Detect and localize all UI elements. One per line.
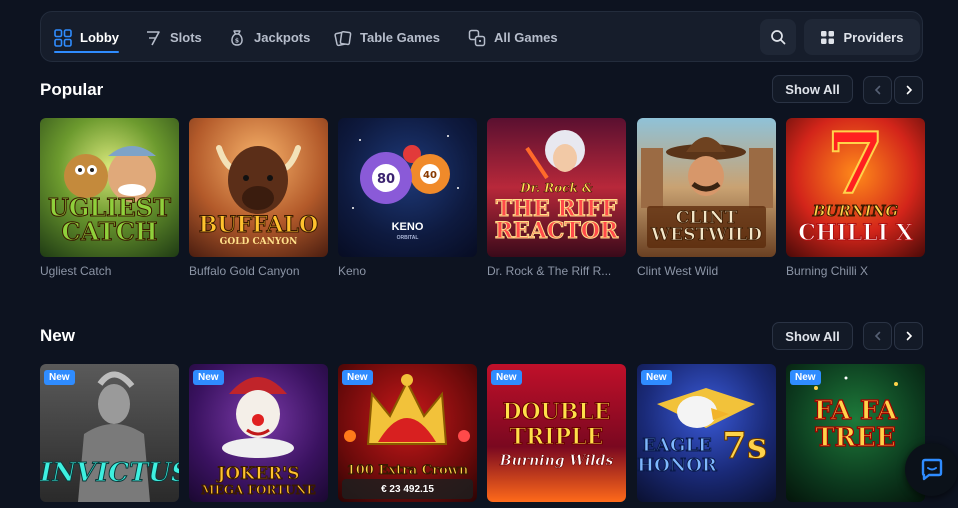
active-tab-indicator bbox=[54, 51, 119, 53]
game-card-invictus[interactable]: New INVICTUS bbox=[40, 364, 179, 502]
game-name-dr-rock: Dr. Rock & The Riff R... bbox=[487, 264, 612, 278]
game-card-eagle-honor[interactable]: New EAGLE HONOR 7s bbox=[637, 364, 776, 502]
game-name-clint-west-wild: Clint West Wild bbox=[637, 264, 719, 278]
providers-grid-icon bbox=[820, 30, 834, 44]
game-card-burning-chilli-x[interactable]: 7 BURNING CHILLI X bbox=[786, 118, 925, 257]
money-bag-icon: $ bbox=[231, 29, 243, 46]
game-card-double-triple[interactable]: New DOUBLE TRIPLE Burning Wilds bbox=[487, 364, 626, 502]
dr-rock-art-top: Dr. Rock & bbox=[520, 181, 593, 195]
ugliest-catch-art-title: UGLIEST CATCH bbox=[47, 193, 171, 246]
game-card-jokers-mega-fortune[interactable]: New JOKER'S MEGA FORTUNE bbox=[189, 364, 328, 502]
joker-art-title: JOKER'S bbox=[217, 464, 300, 484]
double-triple-art-title: DOUBLE TRIPLE bbox=[502, 399, 611, 451]
jackpot-amount: € 23 492.15 bbox=[342, 479, 473, 499]
burning-chilli-art-title: BURNING bbox=[812, 202, 899, 220]
new-prev-button[interactable] bbox=[863, 322, 892, 350]
burning-chilli-art-big: 7 bbox=[825, 118, 885, 213]
tab-table-games[interactable]: Table Games bbox=[334, 12, 440, 63]
game-card-buffalo-gold-canyon[interactable]: BUFFALO GOLD CANYON bbox=[189, 118, 328, 257]
buffalo-art-subtitle: GOLD CANYON bbox=[219, 237, 298, 247]
providers-button[interactable]: Providers bbox=[804, 19, 920, 55]
keno-ball-80: 80 bbox=[377, 172, 395, 187]
new-badge: New bbox=[193, 370, 224, 385]
popular-section-title: Popular bbox=[40, 80, 104, 99]
game-card-clint-west-wild[interactable]: CLINT WESTWILD bbox=[637, 118, 776, 257]
game-name-keno: Keno bbox=[338, 264, 367, 278]
buffalo-art-title: BUFFALO bbox=[198, 212, 319, 238]
eagle-honor-art-big: 7s bbox=[721, 425, 768, 467]
game-name-buffalo-gold-canyon: Buffalo Gold Canyon bbox=[189, 264, 300, 278]
popular-prev-button[interactable] bbox=[863, 76, 892, 104]
grid-icon bbox=[54, 28, 72, 47]
new-badge: New bbox=[790, 370, 821, 385]
providers-label: Providers bbox=[843, 29, 904, 45]
new-next-button[interactable] bbox=[894, 322, 923, 350]
tab-lobby-label: Lobby bbox=[80, 30, 119, 45]
chevron-right-icon bbox=[906, 85, 912, 95]
keno-art-title: KENO bbox=[391, 221, 424, 233]
game-card-ugliest-catch[interactable]: UGLIEST CATCH bbox=[40, 118, 179, 257]
slot-seven-icon bbox=[147, 30, 160, 45]
game-card-fa-fa-tree[interactable]: New FA FA TREE bbox=[786, 364, 925, 502]
popular-next-button[interactable] bbox=[894, 76, 923, 104]
game-card-100-extra-crown[interactable]: New 100 Extra Crown € 23 492.15 bbox=[338, 364, 477, 502]
new-badge: New bbox=[342, 370, 373, 385]
tab-all-games[interactable]: All Games bbox=[468, 12, 558, 63]
game-name-burning-chilli-x: Burning Chilli X bbox=[786, 264, 869, 278]
keno-art-subtitle: ORBITAL bbox=[396, 235, 419, 241]
burning-chilli-art-subtitle: CHILLI X bbox=[798, 220, 914, 246]
popular-show-all-button[interactable]: Show All bbox=[772, 75, 853, 103]
chevron-left-icon bbox=[874, 85, 880, 95]
tab-table-games-label: Table Games bbox=[360, 30, 440, 45]
eagle-honor-art-title: EAGLE HONOR bbox=[637, 435, 717, 476]
tab-all-games-label: All Games bbox=[494, 30, 558, 45]
svg-text:$: $ bbox=[235, 37, 239, 44]
new-show-all-button[interactable]: Show All bbox=[772, 322, 853, 350]
clint-art-title: CLINT WESTWILD bbox=[647, 206, 766, 248]
chevron-left-icon bbox=[874, 331, 880, 341]
tab-slots-label: Slots bbox=[170, 30, 202, 45]
keno-ball-40: 40 bbox=[423, 170, 437, 181]
fa-fa-tree-art-title: FA FA TREE bbox=[813, 396, 898, 454]
double-triple-art-subtitle: Burning Wilds bbox=[499, 453, 614, 469]
new-section-title: New bbox=[40, 326, 75, 345]
game-card-dr-rock[interactable]: Dr. Rock & THE RIFF REACTOR bbox=[487, 118, 626, 257]
dice-icon bbox=[468, 29, 486, 46]
search-icon bbox=[771, 30, 786, 45]
new-badge: New bbox=[44, 370, 75, 385]
game-card-keno[interactable]: 80 40 KENO ORBITAL bbox=[338, 118, 477, 257]
tab-slots[interactable]: Slots bbox=[144, 12, 202, 63]
chevron-right-icon bbox=[906, 331, 912, 341]
invictus-art-title: INVICTUS bbox=[40, 458, 179, 488]
joker-art-subtitle: MEGA FORTUNE bbox=[201, 483, 316, 497]
search-button[interactable] bbox=[760, 19, 796, 55]
tab-lobby[interactable]: Lobby bbox=[54, 12, 119, 63]
chat-bubble-icon bbox=[921, 458, 942, 480]
extra-crown-art-title: 100 Extra Crown bbox=[346, 463, 469, 478]
dr-rock-art-title: THE RIFF REACTOR bbox=[494, 196, 619, 244]
game-name-ugliest-catch: Ugliest Catch bbox=[40, 264, 112, 278]
new-badge: New bbox=[491, 370, 522, 385]
new-badge: New bbox=[641, 370, 672, 385]
cards-icon bbox=[334, 30, 352, 46]
tab-jackpots[interactable]: $ Jackpots bbox=[228, 12, 310, 63]
tab-jackpots-label: Jackpots bbox=[254, 30, 311, 45]
top-navigation: Lobby Slots $ Jackpots Table Games All G… bbox=[40, 11, 923, 62]
chat-launcher-button[interactable] bbox=[905, 443, 958, 496]
